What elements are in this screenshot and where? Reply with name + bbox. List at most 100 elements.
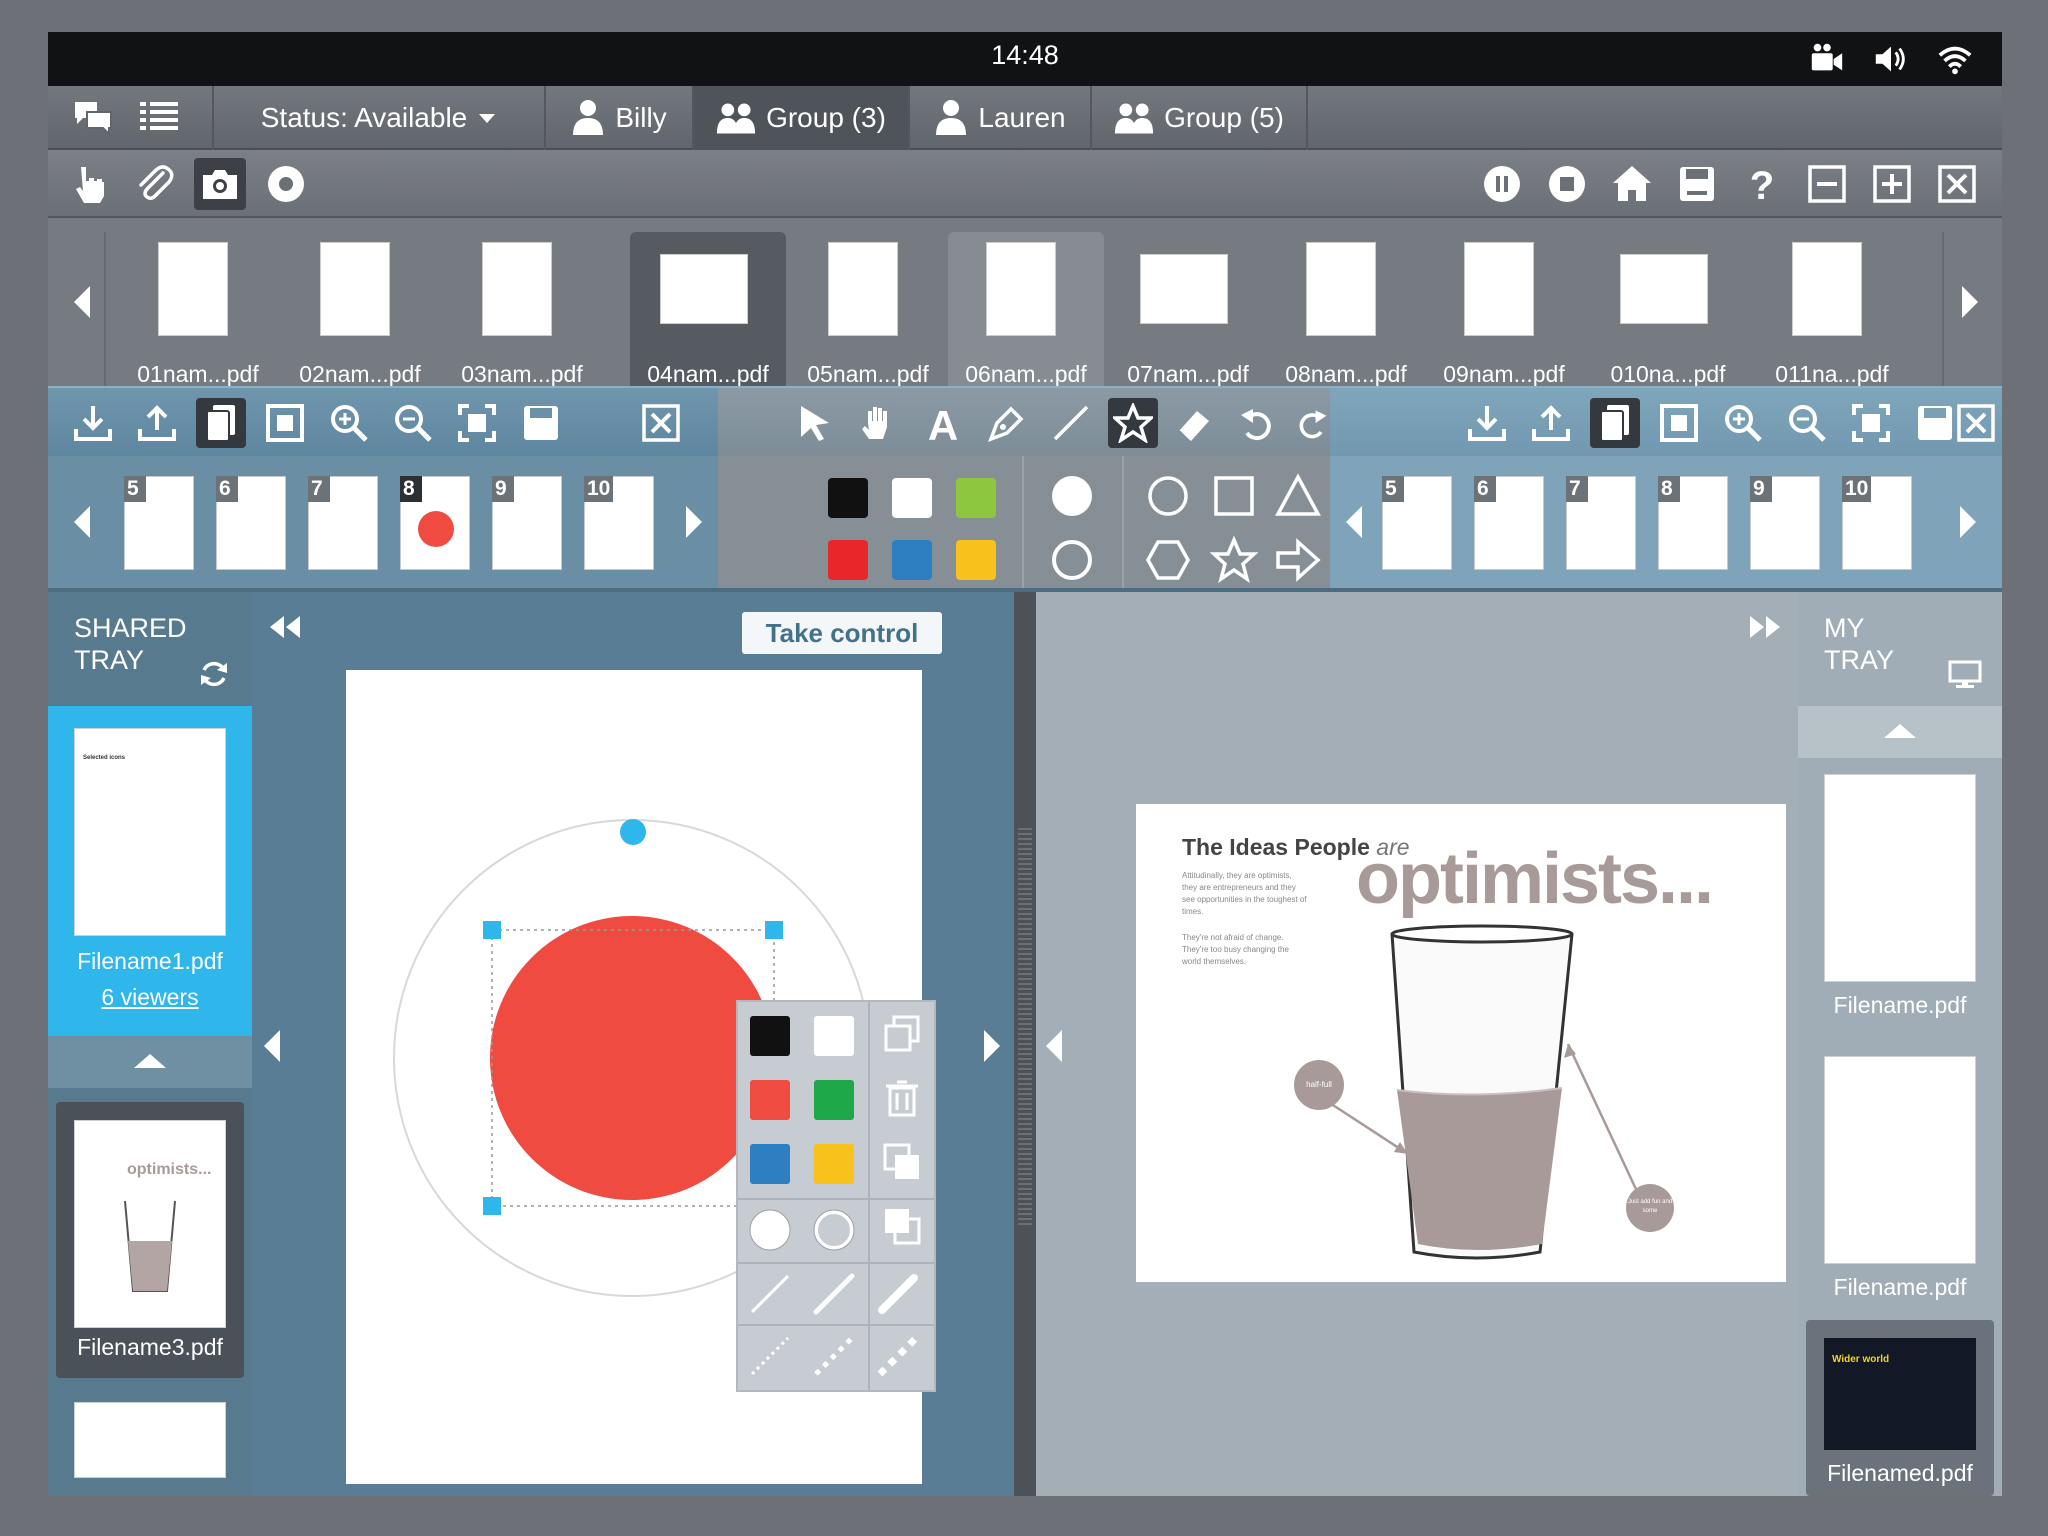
close-pane-button[interactable] [636, 398, 686, 448]
color-swatch-yellow[interactable] [814, 1144, 854, 1184]
rotate-handle[interactable] [620, 819, 646, 845]
zoom-out-button[interactable] [1782, 398, 1832, 448]
dotted-line-thin-icon[interactable] [748, 1334, 792, 1378]
record-button[interactable] [260, 158, 312, 210]
close-pane-button[interactable] [1952, 398, 2000, 448]
file-thumb[interactable]: 08nam...pdf [1268, 232, 1424, 396]
file-thumb-selected[interactable]: 04nam...pdf [630, 232, 786, 396]
color-swatch-blue[interactable] [750, 1144, 790, 1184]
thick-line-icon[interactable] [876, 1272, 920, 1316]
pane-splitter[interactable] [1014, 592, 1036, 1496]
bring-forward-icon[interactable] [882, 1142, 922, 1182]
document-thumbnail[interactable] [74, 1402, 226, 1478]
eraser-tool-button[interactable] [1170, 398, 1220, 448]
camera-button[interactable] [194, 158, 246, 210]
color-swatch-white[interactable] [892, 478, 932, 518]
right-page-strip-prev-arrow[interactable] [1346, 506, 1362, 538]
prev-page-arrow[interactable] [1046, 1030, 1062, 1062]
stop-button[interactable] [1541, 158, 1593, 210]
help-button[interactable]: ? [1736, 158, 1788, 210]
attach-button[interactable] [128, 158, 180, 210]
file-thumb-open[interactable]: 06nam...pdf [948, 232, 1104, 396]
monitor-icon[interactable] [1948, 660, 1982, 690]
save-button[interactable] [1671, 158, 1723, 210]
collapse-left-icon[interactable] [268, 614, 302, 640]
file-thumb[interactable]: 05nam...pdf [790, 232, 946, 396]
fullscreen-button[interactable] [452, 398, 502, 448]
file-thumb[interactable]: 07nam...pdf [1110, 232, 1266, 396]
upload-button[interactable] [1526, 398, 1576, 448]
file-thumb[interactable]: 02nam...pdf [282, 232, 438, 396]
next-page-arrow[interactable] [984, 1030, 1000, 1062]
thin-line-icon[interactable] [748, 1272, 792, 1316]
filmstrip-next-arrow[interactable] [1962, 286, 1978, 318]
download-button[interactable] [68, 398, 118, 448]
file-thumb[interactable]: 09nam...pdf [1426, 232, 1582, 396]
close-button[interactable] [1931, 158, 1983, 210]
color-swatch-black[interactable] [750, 1016, 790, 1056]
viewers-link[interactable]: 6 viewers [48, 984, 252, 1011]
collapse-right-icon[interactable] [1748, 614, 1782, 640]
redo-button[interactable] [1294, 398, 1330, 448]
home-button[interactable] [1606, 158, 1658, 210]
pages-button[interactable] [1590, 398, 1640, 448]
shape-tool-button[interactable] [1108, 398, 1158, 448]
red-circle-shape[interactable] [490, 916, 774, 1200]
contact-tab-billy[interactable]: Billy [546, 86, 692, 150]
contact-tab-lauren[interactable]: Lauren [910, 86, 1090, 150]
page-strip-prev-arrow[interactable] [74, 506, 90, 538]
file-thumb[interactable]: 01nam...pdf [120, 232, 276, 396]
color-swatch-green[interactable] [814, 1080, 854, 1120]
color-swatch-red[interactable] [750, 1080, 790, 1120]
my-tray-item-active[interactable]: Wider world Filenamed.pdf [1806, 1320, 1994, 1496]
pan-tool-button[interactable] [854, 398, 904, 448]
undo-button[interactable] [1232, 398, 1282, 448]
right-page-strip-next-arrow[interactable] [1960, 506, 1976, 538]
color-swatch-white[interactable] [814, 1016, 854, 1056]
contact-tab-group-3[interactable]: Group (3) [694, 86, 908, 150]
save-button[interactable] [516, 398, 566, 448]
chat-icon[interactable] [72, 98, 114, 138]
take-control-button[interactable]: Take control [742, 612, 942, 654]
trash-icon[interactable] [882, 1078, 922, 1118]
pen-tool-button[interactable] [982, 398, 1032, 448]
color-swatch-blue[interactable] [892, 540, 932, 580]
file-thumb[interactable]: 010na...pdf [1590, 232, 1746, 396]
document-thumbnail[interactable] [1824, 774, 1976, 982]
filled-circle-icon[interactable] [746, 1206, 794, 1254]
upload-button[interactable] [132, 398, 182, 448]
fit-page-button[interactable] [1654, 398, 1704, 448]
resize-handle-top-right[interactable] [765, 921, 783, 939]
duplicate-icon[interactable] [882, 1014, 922, 1054]
tray-scroll-up[interactable] [1798, 706, 2002, 758]
file-thumb[interactable]: 03nam...pdf [444, 232, 600, 396]
document-thumbnail[interactable] [1824, 1056, 1976, 1264]
fill-outline-button[interactable] [1048, 536, 1096, 584]
download-button[interactable] [1462, 398, 1512, 448]
contact-tab-group-5[interactable]: Group (5) [1092, 86, 1306, 150]
maximize-button[interactable] [1866, 158, 1918, 210]
refresh-icon[interactable] [198, 658, 230, 690]
line-tool-button[interactable] [1046, 398, 1096, 448]
hexagon-shape-button[interactable] [1144, 536, 1192, 584]
zoom-out-button[interactable] [388, 398, 438, 448]
color-swatch-black[interactable] [828, 478, 868, 518]
pointer-hand-button[interactable] [64, 158, 116, 210]
filmstrip-prev-arrow[interactable] [74, 286, 90, 318]
pause-button[interactable] [1476, 158, 1528, 210]
prev-page-arrow[interactable] [264, 1030, 280, 1062]
zoom-in-button[interactable] [324, 398, 374, 448]
resize-handle-bottom-left[interactable] [483, 1197, 501, 1215]
color-swatch-yellow[interactable] [956, 540, 996, 580]
select-tool-button[interactable] [790, 398, 840, 448]
shared-tray-item-active[interactable]: Selected icons Filename1.pdf 6 viewers [48, 706, 252, 1036]
zoom-in-button[interactable] [1718, 398, 1768, 448]
arrow-shape-button[interactable] [1274, 536, 1322, 584]
file-thumb[interactable]: 011na...pdf [1754, 232, 1910, 396]
shared-tray-item[interactable]: optimists... Filename3.pdf [56, 1102, 244, 1378]
splitter-grip[interactable] [1018, 828, 1032, 1228]
send-backward-icon[interactable] [882, 1206, 922, 1246]
outline-circle-icon[interactable] [810, 1206, 858, 1254]
color-swatch-red[interactable] [828, 540, 868, 580]
fullscreen-button[interactable] [1846, 398, 1896, 448]
